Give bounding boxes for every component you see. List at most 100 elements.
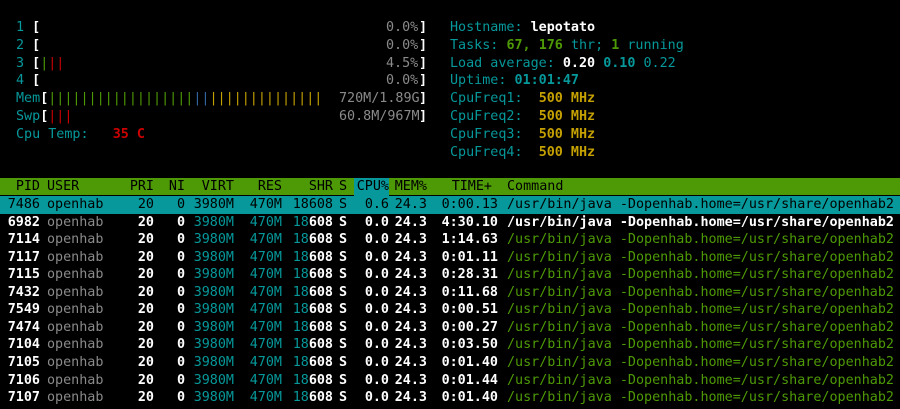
cell-shr-thousands: 18 <box>292 302 309 318</box>
cell-virt: 3980M <box>193 232 234 248</box>
cell-virt: 3980M <box>193 390 234 406</box>
cpu-freq-4: CpuFreq4: 500 MHz <box>450 144 595 162</box>
cell-mem: 24.3 <box>394 197 427 212</box>
cell-s: S <box>339 267 348 283</box>
running-label: running <box>627 38 684 53</box>
cpu-freq-2: CpuFreq2: 500 MHz <box>450 108 595 126</box>
cell-pri: 20 <box>137 302 154 318</box>
process-table-header: PID USER PRI NI VIRT RES SHR S CPU% MEM%… <box>0 178 900 196</box>
column-header-cpu[interactable]: CPU% <box>354 178 389 196</box>
cpu-meter-label: 4 <box>16 73 25 88</box>
cell-shr: 18608 <box>288 389 333 407</box>
cell-mem: 24.3 <box>394 267 427 283</box>
column-header-shr[interactable]: SHR <box>288 178 333 196</box>
cell-pri: 20 <box>137 337 154 353</box>
cell-ni: 0 <box>176 232 185 248</box>
cell-command-path: /usr/bin/java <box>507 372 612 388</box>
cell-mem: 24.3 <box>394 284 427 300</box>
cell-user: openhab <box>47 197 104 212</box>
cell-pri: 20 <box>137 214 154 230</box>
cell-command: /usr/bin/java -Dopenhab.home=/usr/share/… <box>507 336 894 354</box>
table-row[interactable]: 7106 openhab 20 0 3980M 470M S 0.0 24.3 18608 0:01… <box>0 372 900 390</box>
column-header-virt[interactable]: VIRT <box>190 178 234 196</box>
cell-shr-thousands: 18 <box>292 249 309 265</box>
cell-virt: 3980M <box>193 302 234 318</box>
mem-meter-label: Mem <box>16 91 41 106</box>
cell-time: 1:14.63 <box>432 231 498 249</box>
cell-ni: 0 <box>176 267 185 283</box>
cell-time: 4:30.10 <box>432 214 498 232</box>
cell-virt: 3980M <box>193 337 234 353</box>
cpu-meter-label: 2 <box>16 38 25 53</box>
cell-command: /usr/bin/java -Dopenhab.home=/usr/share/… <box>507 284 894 302</box>
table-row[interactable]: 7115 openhab 20 0 3980M 470M S 0.0 24.3 18608 0:28… <box>0 266 900 284</box>
cell-command: /usr/bin/java -Dopenhab.home=/usr/share/… <box>507 301 894 319</box>
table-row[interactable]: 7105 openhab 20 0 3980M 470M S 0.0 24.3 18608 0:01… <box>0 354 900 372</box>
cpu-meter-2: 2 [ <box>16 38 41 53</box>
cpu-freq-1: CpuFreq1: 500 MHz <box>450 90 595 108</box>
cell-shr-thousands: 18 <box>292 267 309 283</box>
table-row[interactable]: 7104 openhab 20 0 3980M 470M S 0.0 24.3 18608 0:03… <box>0 336 900 354</box>
table-row[interactable]: 7474 openhab 20 0 3980M 470M S 0.0 24.3 18608 0:00… <box>0 319 900 337</box>
cell-shr: 18608 <box>288 372 333 390</box>
cell-shr-units: 608 <box>308 302 333 318</box>
table-row[interactable]: 7117 openhab 20 0 3980M 470M S 0.0 24.3 18608 0:01… <box>0 249 900 267</box>
column-header-mem[interactable]: MEM% <box>389 178 427 196</box>
table-row[interactable]: 7549 openhab 20 0 3980M 470M S 0.0 24.3 18608 0:00… <box>0 301 900 319</box>
cell-shr-thousands: 18 <box>292 354 309 370</box>
cell-time: 0:00.13 <box>432 196 498 214</box>
cell-shr: 18608 <box>288 249 333 267</box>
cell-time-hundredths: 11 <box>481 249 498 265</box>
cell-time: 0:11.68 <box>432 284 498 302</box>
cell-s: S <box>339 354 348 370</box>
cell-mem: 24.3 <box>394 232 427 248</box>
column-header-state[interactable]: S <box>339 178 347 196</box>
mem-meter: Mem[|||||||||||||||||||||||||||||||||| <box>16 91 323 106</box>
column-header-time[interactable]: TIME+ <box>432 178 492 196</box>
table-row[interactable]: 7107 openhab 20 0 3980M 470M S 0.0 24.3 18608 0:01… <box>0 389 900 407</box>
hostname-value: lepotato <box>530 20 596 35</box>
column-header-ni[interactable]: NI <box>160 178 185 196</box>
cell-cpu: 0.0 <box>364 302 389 318</box>
cell-time-hundredths: 13 <box>481 197 498 212</box>
cell-shr-units: 608 <box>308 232 333 248</box>
cell-cpu: 0.0 <box>364 337 389 353</box>
table-row[interactable]: 7114 openhab 20 0 3980M 470M S 0.0 24.3 18608 1:14… <box>0 231 900 249</box>
column-header-command[interactable]: Command <box>507 178 563 196</box>
cpu-meter-3: 3 [||| <box>16 56 65 71</box>
load-label: Load average: <box>450 56 555 71</box>
cell-user: openhab <box>47 232 104 248</box>
cell-res: 470M <box>249 249 282 265</box>
cell-cpu: 0.0 <box>364 390 389 406</box>
load-1min: 0.20 <box>562 56 596 71</box>
cell-pri: 20 <box>137 232 154 248</box>
cell-time: 0:00.51 <box>432 301 498 319</box>
column-header-pid[interactable]: PID <box>0 178 40 196</box>
table-row[interactable]: 7486 openhab 20 0 3980M 470M S 0.6 24.3 18608 0:00… <box>0 196 900 214</box>
table-row[interactable]: 6982 openhab 20 0 3980M 470M S 0.0 24.3 18608 4:30… <box>0 214 900 232</box>
cell-pid: 6982 <box>7 214 40 230</box>
column-header-res[interactable]: RES <box>240 178 282 196</box>
cell-command-path: /usr/bin/java <box>507 302 612 318</box>
cell-command-args: -Dopenhab.home=/usr/share/openhab2 <box>611 249 894 265</box>
table-row[interactable]: 7432 openhab 20 0 3980M 470M S 0.0 24.3 18608 0:11… <box>0 284 900 302</box>
hostname: Hostname: lepotato <box>450 19 595 37</box>
cell-command-path: /usr/bin/java <box>507 249 612 265</box>
cell-shr: 18608 <box>288 266 333 284</box>
column-header-user[interactable]: USER <box>47 178 79 196</box>
cell-command-args: -Dopenhab.home=/usr/share/openhab2 <box>611 390 894 406</box>
cell-command: /usr/bin/java -Dopenhab.home=/usr/share/… <box>507 196 894 214</box>
cell-command-args: -Dopenhab.home=/usr/share/openhab2 <box>611 267 894 283</box>
cell-command: /usr/bin/java -Dopenhab.home=/usr/share/… <box>507 372 894 390</box>
cell-pid: 7549 <box>7 302 40 318</box>
cell-pri: 20 <box>137 372 154 388</box>
cell-time-main: 0:00. <box>441 197 482 212</box>
cell-shr-thousands: 18 <box>292 197 309 212</box>
cell-command: /usr/bin/java -Dopenhab.home=/usr/share/… <box>507 354 894 372</box>
cpu-freq-3: CpuFreq3: 500 MHz <box>450 126 595 144</box>
cell-cpu: 0.0 <box>364 284 389 300</box>
uptime-value: 01:01:47 <box>514 73 580 88</box>
cell-cpu: 0.0 <box>364 319 389 335</box>
column-header-pri[interactable]: PRI <box>120 178 154 196</box>
cpu-freq-label: CpuFreq3: <box>450 127 523 142</box>
